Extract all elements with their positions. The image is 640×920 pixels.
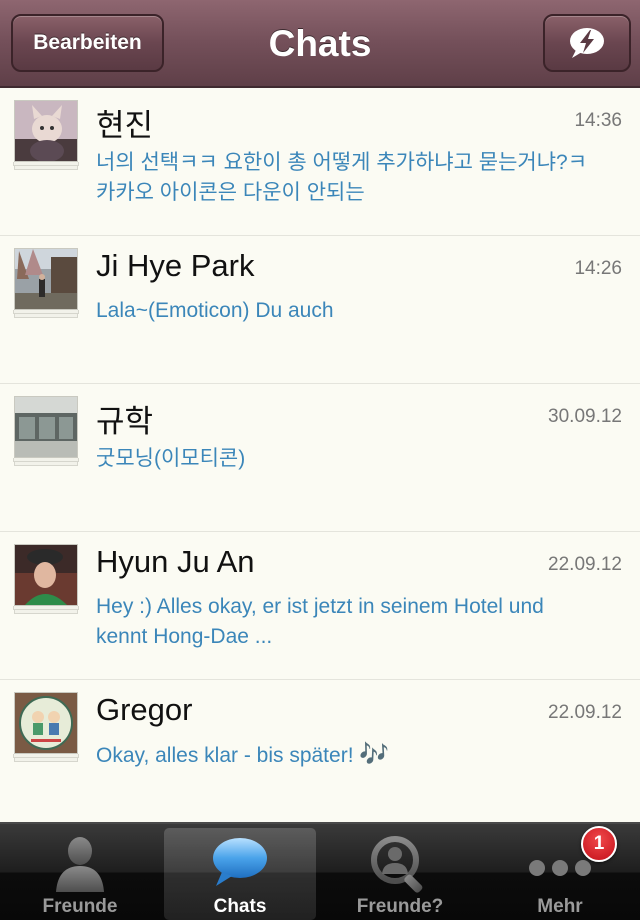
message-preview: Lala~(Emoticon) Du auch [96, 299, 334, 322]
message-time: 22.09.12 [548, 554, 622, 575]
music-notes-emoji: 🎶 [359, 741, 390, 768]
message-time: 14:36 [574, 110, 622, 131]
avatar-stack-edge [13, 162, 79, 166]
contact-name: 규학 [96, 404, 154, 439]
contact-name: 현진 [96, 108, 154, 143]
avatar-stack-edge [14, 166, 78, 170]
tab-label: Mehr [537, 896, 583, 917]
tab-bar: Freunde Chats Freunde? Mehr [0, 822, 640, 920]
person-icon [56, 837, 104, 892]
avatar-stack-edge [13, 310, 79, 314]
avatar-stack-edge [13, 606, 79, 610]
chat-row[interactable]: Hyun Ju An 22.09.12 Hey :) Alles okay, e… [0, 532, 640, 680]
message-time: 30.09.12 [548, 406, 622, 427]
contact-name: Gregor [96, 692, 193, 727]
avatar-stack-edge [13, 458, 79, 462]
chat-row[interactable]: 규학 30.09.12 굿모닝(이모티콘) [0, 384, 640, 532]
chat-list: 현진 14:36 너의 선택ㅋㅋ 요한이 총 어떻게 추가하냐고 묻는거냐?ㅋ … [0, 88, 640, 828]
avatar [13, 692, 79, 762]
portrait-photo-avatar [14, 544, 78, 606]
street-photo-avatar [14, 248, 78, 310]
avatar-stack-edge [13, 754, 79, 758]
chat-row[interactable]: 현진 14:36 너의 선택ㅋㅋ 요한이 총 어떻게 추가하냐고 묻는거냐?ㅋ … [0, 88, 640, 236]
contact-name: Hyun Ju An [96, 544, 255, 579]
avatar-stack-edge [14, 758, 78, 762]
chat-bubble-icon [213, 838, 267, 886]
tab-freunde[interactable]: Freunde [4, 828, 156, 920]
sticker-photo-avatar [14, 692, 78, 754]
chat-row[interactable]: Gregor 22.09.12 Okay, alles klar - bis s… [0, 680, 640, 828]
message-preview: Okay, alles klar - bis später! 🎶 [96, 740, 596, 771]
new-chat-button[interactable] [543, 14, 631, 72]
tab-freunde-suchen[interactable]: Freunde? [324, 828, 476, 920]
avatar-stack-edge [14, 610, 78, 614]
message-preview: 굿모닝(이모티콘) [96, 447, 246, 470]
avatar-stack-edge [14, 462, 78, 466]
message-preview: Hey :) Alles okay, er ist jetzt in seine… [96, 595, 544, 648]
edit-button[interactable]: Bearbeiten [11, 14, 164, 72]
cat-photo-avatar [14, 100, 78, 162]
speech-bubble-lightning-icon [570, 28, 604, 58]
avatar [13, 396, 79, 466]
notification-badge: 1 [581, 826, 617, 862]
avatar-stack-edge [14, 314, 78, 318]
tab-label: Freunde? [356, 896, 444, 917]
message-preview: 너의 선택ㅋㅋ 요한이 총 어떻게 추가하냐고 묻는거냐?ㅋ 카카오 아이콘은 … [96, 151, 588, 204]
building-photo-avatar [14, 396, 78, 458]
tab-label: Chats [213, 896, 267, 917]
chat-row[interactable]: Ji Hye Park 14:26 Lala~(Emoticon) Du auc… [0, 236, 640, 384]
avatar [13, 100, 79, 170]
contact-name: Ji Hye Park [96, 248, 255, 283]
message-time: 22.09.12 [548, 702, 622, 723]
avatar [13, 544, 79, 614]
message-time: 14:26 [574, 258, 622, 279]
search-person-icon [371, 836, 423, 893]
avatar [13, 248, 79, 318]
message-text: Okay, alles klar - bis später! [96, 744, 360, 767]
tab-chats[interactable]: Chats [164, 828, 316, 920]
tab-label: Freunde [42, 896, 118, 917]
navigation-bar: Chats Bearbeiten [0, 0, 640, 88]
